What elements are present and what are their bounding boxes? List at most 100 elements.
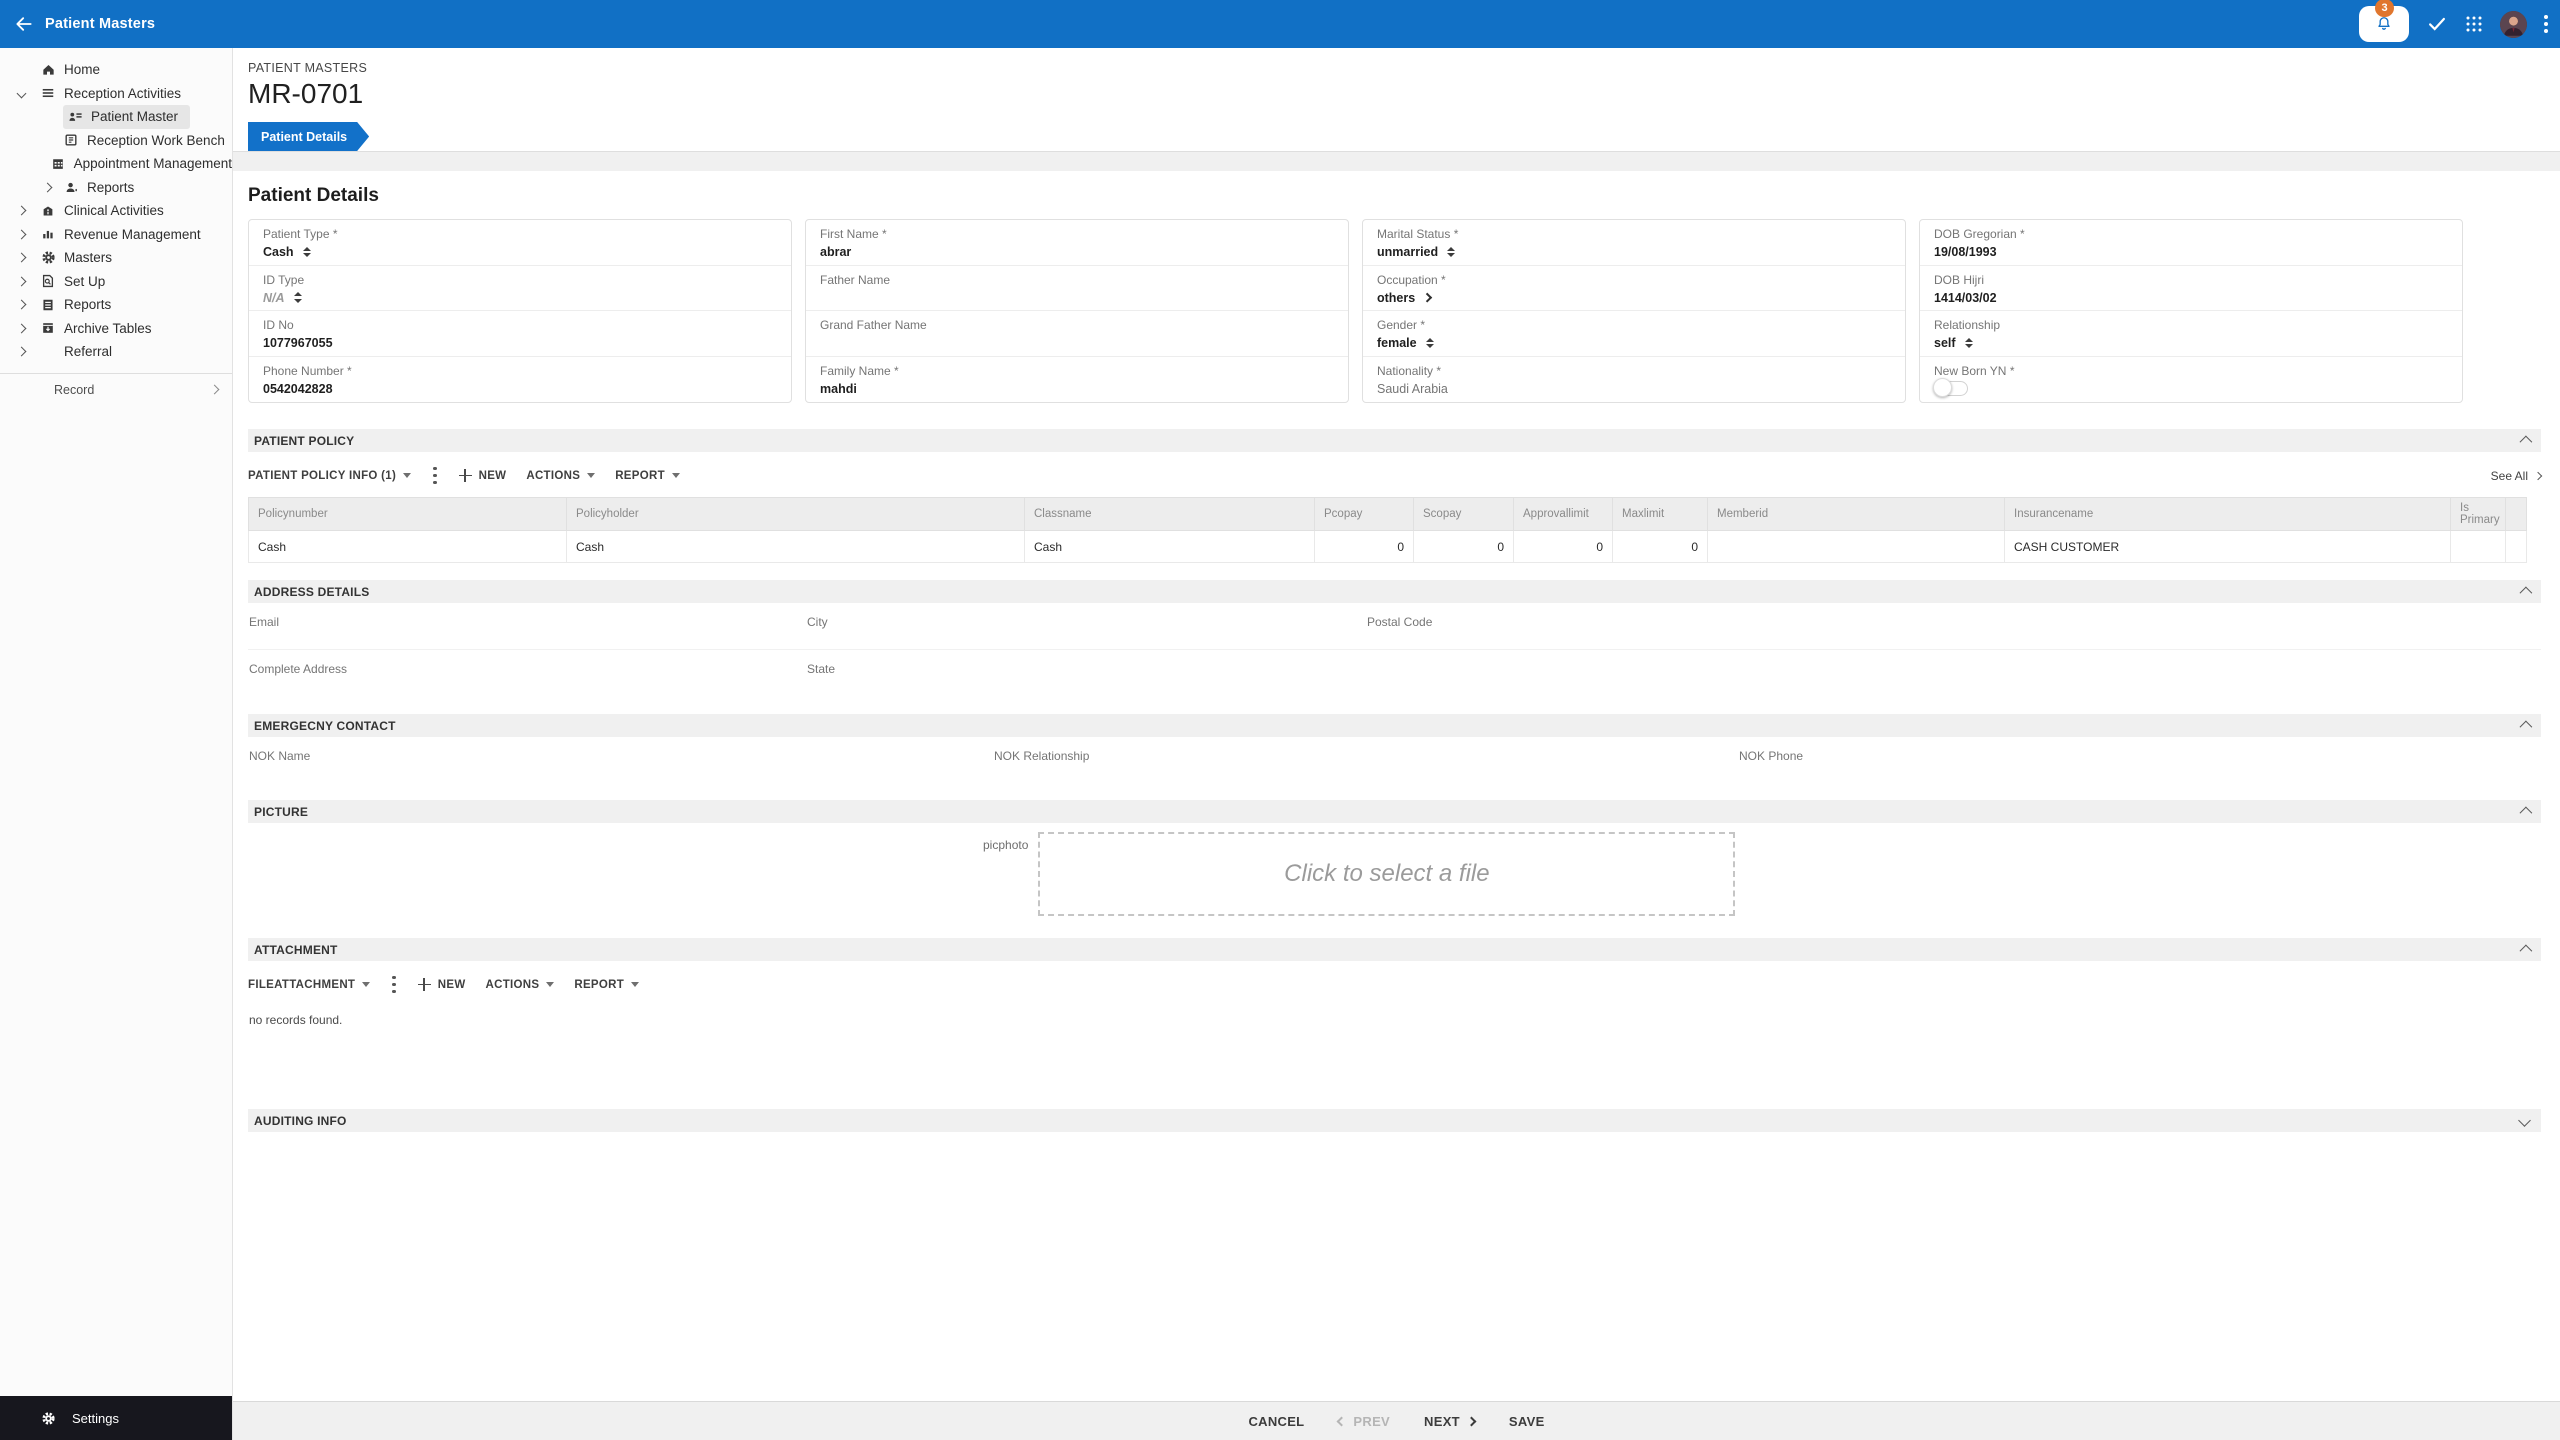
apps-grid-icon[interactable] [2465,15,2483,33]
field-new-born-yn[interactable]: New Born YN * [1920,357,2462,403]
sidebar-item-home[interactable]: Home [0,58,232,82]
field-relationship[interactable]: Relationship self [1920,311,2462,357]
notifications-button[interactable]: 3 [2359,0,2409,42]
attachment-new-button[interactable]: NEW [417,978,466,991]
field-id-no[interactable]: ID No 1077967055 [249,311,791,357]
sidebar-item-reports-reception[interactable]: Reports [0,176,232,200]
field-occupation[interactable]: Occupation * others [1363,266,1905,311]
field-nationality[interactable]: Nationality * Saudi Arabia [1363,357,1905,403]
attachment-grid-selector[interactable]: FILEATTACHMENT [248,979,371,991]
select-sort-icon[interactable] [302,246,311,258]
attachment-actions-button[interactable]: ACTIONS [486,979,555,991]
record-collapse-row[interactable]: Record [0,374,232,406]
appointment-grid-icon [50,156,66,172]
collapse-chevron-up-icon [2519,435,2533,449]
chevron-right-icon [2533,471,2543,480]
form-card-1: Patient Type * Cash ID Type N/A ID No 10… [248,219,792,403]
sidebar-item-reception-activities[interactable]: Reception Activities [0,82,232,106]
field-gender[interactable]: Gender * female [1363,311,1905,357]
field-phone-number[interactable]: Phone Number * 0542042828 [249,357,791,403]
sidebar-item-archive-tables[interactable]: Archive Tables [0,317,232,341]
lookup-chevron-icon[interactable] [1422,292,1433,303]
field-dob-gregorian[interactable]: DOB Gregorian * 19/08/1993 [1920,220,2462,266]
chevron-right-icon [16,346,27,357]
tab-patient-details[interactable]: Patient Details [248,122,369,151]
main-panel: PATIENT MASTERS MR-0701 Patient Details … [233,48,2560,1440]
sidebar-item-reports[interactable]: Reports [0,293,232,317]
see-all-link[interactable]: See All [2491,469,2543,483]
field-postal-code[interactable]: Postal Code [1366,603,2541,650]
sidebar-item-patient-master[interactable]: Patient Master [0,104,232,129]
field-nok-name[interactable]: NOK Name [248,737,993,784]
sidebar-item-appointment-management[interactable]: Appointment Management [0,152,232,176]
field-id-type[interactable]: ID Type N/A [249,266,791,311]
collapse-chevron-down-icon [2518,1114,2531,1127]
chevron-right-icon [42,182,53,193]
settings-bar[interactable]: Settings [0,1396,232,1440]
menu-icon [40,85,56,101]
sidebar-item-set-up[interactable]: Set Up [0,270,232,294]
newborn-toggle[interactable] [1933,377,1968,397]
field-first-name[interactable]: First Name * abrar [806,220,1348,266]
more-vertical-icon[interactable] [2544,15,2548,33]
attachment-band[interactable]: ATTACHMENT [248,938,2541,961]
policy-report-button[interactable]: REPORT [615,470,680,482]
field-city[interactable]: City [806,603,1366,650]
field-father-name[interactable]: Father Name [806,266,1348,311]
attachment-report-button[interactable]: REPORT [574,979,640,991]
field-email[interactable]: Email [248,603,806,650]
field-dob-hijri[interactable]: DOB Hijri 1414/03/02 [1920,266,2462,311]
policy-grid-selector[interactable]: PATIENT POLICY INFO (1) [248,470,412,482]
picture-band[interactable]: PICTURE [248,800,2541,823]
check-icon[interactable] [2426,13,2448,35]
address-form: Email City Postal Code Complete Address … [248,603,2541,697]
next-button[interactable]: NEXT [1424,1414,1477,1429]
policy-new-button[interactable]: NEW [458,469,507,482]
collapse-chevron-up-icon [2519,586,2533,600]
field-complete-address[interactable]: Complete Address [248,650,806,697]
field-family-name[interactable]: Family Name * mahdi [806,357,1348,403]
field-marital-status[interactable]: Marital Status * unmarried [1363,220,1905,266]
back-arrow-icon[interactable] [14,14,34,34]
footer-action-bar: CANCEL PREV NEXT SAVE [233,1401,2560,1440]
sidebar-item-revenue-management[interactable]: Revenue Management [0,223,232,247]
prev-button[interactable]: PREV [1336,1414,1390,1429]
chevron-right-icon [16,205,27,216]
field-nok-relationship[interactable]: NOK Relationship [993,737,1738,784]
emergency-contact-band[interactable]: EMERGECNY CONTACT [248,714,2541,737]
dropdown-triangle-icon [403,473,412,478]
section-strip [233,152,2560,171]
policy-actions-button[interactable]: ACTIONS [526,470,596,482]
patient-master-icon [67,109,83,125]
save-button[interactable]: SAVE [1509,1414,1545,1429]
policy-table: Policynumber Policyholder Classname Pcop… [248,497,2527,563]
select-sort-icon[interactable] [293,292,302,303]
field-grand-father-name[interactable]: Grand Father Name [806,311,1348,357]
address-details-band[interactable]: ADDRESS DETAILS [248,580,2541,603]
file-drop-zone[interactable]: Click to select a file [1038,832,1736,916]
field-nok-phone[interactable]: NOK Phone [1738,737,2541,784]
more-vertical-icon[interactable] [390,975,398,994]
field-state[interactable]: State [806,650,1366,697]
doc-search-icon [40,273,56,289]
sidebar-item-masters[interactable]: Masters [0,246,232,270]
auditing-info-band[interactable]: AUDITING INFO [248,1109,2541,1132]
select-sort-icon[interactable] [1447,246,1456,258]
form-card-2: First Name * abrar Father Name Grand Fat… [805,219,1349,403]
dropdown-triangle-icon [631,982,640,987]
select-sort-icon[interactable] [1425,337,1434,349]
select-sort-icon[interactable] [1964,337,1973,349]
sidebar-item-reception-work-bench[interactable]: Reception Work Bench [0,129,232,153]
patient-policy-band[interactable]: PATIENT POLICY [248,429,2541,452]
sidebar-item-referral[interactable]: Referral [0,340,232,364]
user-avatar[interactable] [2500,10,2527,38]
picphoto-label: picphoto [983,838,1029,852]
bar-chart-icon [40,226,56,242]
cancel-button[interactable]: CANCEL [1248,1414,1304,1429]
patient-details-form: Patient Type * Cash ID Type N/A ID No 10… [248,219,2463,403]
page-eyebrow: PATIENT MASTERS [248,61,368,75]
field-patient-type[interactable]: Patient Type * Cash [249,220,791,266]
table-row[interactable]: Cash Cash Cash 0 0 0 0 CASH CUSTOMER [248,530,2527,563]
more-vertical-icon[interactable] [431,466,439,485]
sidebar-item-clinical-activities[interactable]: Clinical Activities [0,199,232,223]
